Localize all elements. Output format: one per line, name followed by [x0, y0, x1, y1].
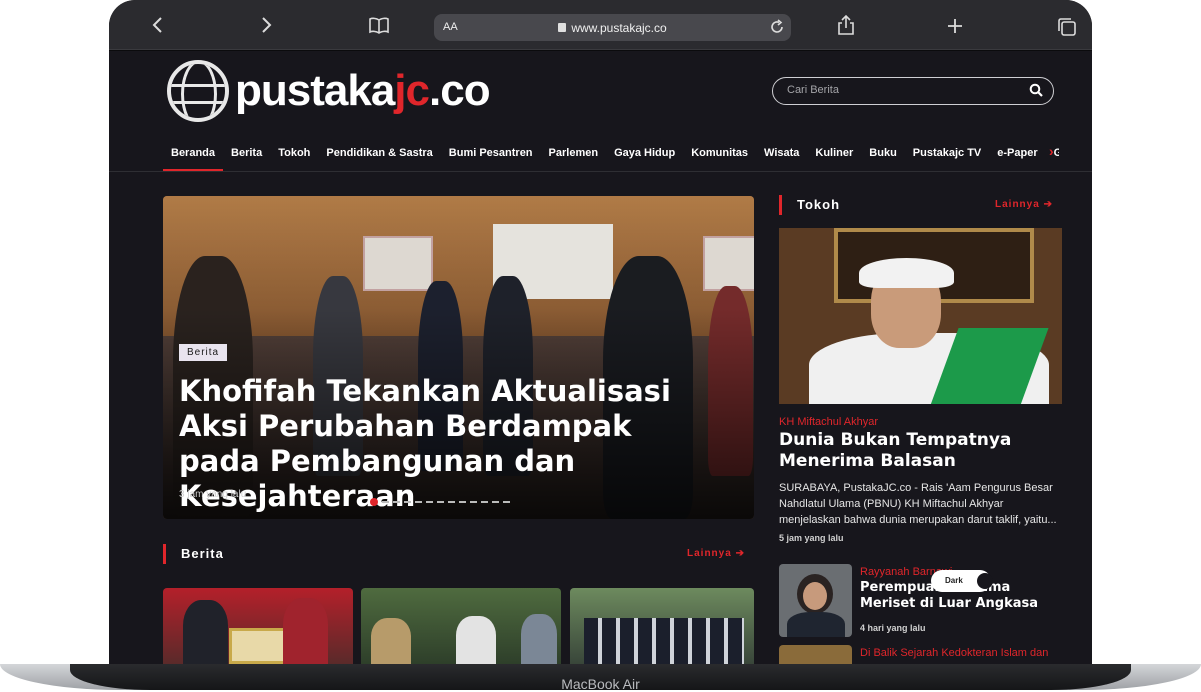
- hero-headline[interactable]: Khofifah Tekankan Aktualisasi Aksi Perub…: [179, 374, 699, 514]
- thumb-person: [183, 600, 228, 664]
- nav-item-bumi-pesantren[interactable]: Bumi Pesantren: [441, 135, 541, 171]
- berita-section-header: Berita Lainnya ➔: [163, 544, 754, 564]
- image-face: [803, 582, 827, 610]
- tokoh-section-header: Tokoh Lainnya ➔: [779, 195, 1062, 215]
- hero-category-tag[interactable]: Berita: [179, 344, 228, 361]
- slider-dot[interactable]: [393, 501, 400, 503]
- tabs-icon[interactable]: [1057, 17, 1077, 37]
- nav-item-berita[interactable]: Berita: [223, 135, 270, 171]
- section-title: Berita: [181, 546, 224, 561]
- section-accent-bar: [779, 195, 782, 215]
- nav-item-e-paper[interactable]: e-Paper: [989, 135, 1045, 171]
- hero-timestamp: 3 jam yang lalu: [179, 489, 247, 500]
- thumb-people-row: [584, 618, 744, 664]
- globe-icon: [167, 60, 229, 122]
- address-bar[interactable]: AA www.pustakajc.co: [434, 14, 791, 41]
- slider-dot[interactable]: [382, 501, 389, 503]
- chevron-right-icon[interactable]: [261, 16, 273, 34]
- arrow-right-icon: ➔: [1043, 199, 1053, 210]
- nav-item-pendidikan-sastra[interactable]: Pendidikan & Sastra: [318, 135, 440, 171]
- slider-dot[interactable]: [459, 501, 466, 503]
- tokoh-featured-excerpt: SURABAYA, PustakaJC.co - Rais 'Aam Pengu…: [779, 482, 1057, 526]
- tokoh-more-link[interactable]: Lainnya ➔: [995, 199, 1053, 210]
- nav-item-pustakajc-tv[interactable]: Pustakajc TV: [905, 135, 989, 171]
- nav-divider: [109, 171, 1092, 172]
- tokoh-item-name[interactable]: Di Balik Sejarah Kedokteran Islam dan: [860, 647, 1048, 659]
- share-icon[interactable]: [837, 14, 855, 36]
- reload-icon[interactable]: [769, 19, 785, 35]
- nav-item-buku[interactable]: Buku: [861, 135, 905, 171]
- image-cap: [859, 258, 954, 288]
- thumb-person: [456, 616, 496, 664]
- slider-dot[interactable]: [448, 501, 455, 503]
- more-label: Lainnya: [995, 199, 1040, 210]
- tokoh-item-timestamp: 4 hari yang lalu: [860, 623, 926, 633]
- slider-dot[interactable]: [415, 501, 422, 503]
- tokoh-item-image[interactable]: [779, 564, 852, 637]
- nav-item-beranda[interactable]: Beranda: [163, 135, 224, 171]
- main-nav: Beranda Berita Tokoh Pendidikan & Sastra…: [163, 135, 1059, 171]
- image-body: [787, 612, 845, 637]
- thumb-person: [521, 614, 557, 664]
- search-box: [772, 77, 1054, 105]
- logo-text: pustakajc.co: [235, 66, 491, 116]
- dark-mode-toggle[interactable]: Dark: [931, 570, 993, 592]
- section-accent-bar: [163, 544, 166, 564]
- lock-icon: [558, 23, 567, 32]
- arrow-right-icon: ➔: [735, 548, 745, 559]
- nav-item-wisata[interactable]: Wisata: [756, 135, 807, 171]
- logo-accent: jc: [394, 66, 430, 115]
- tokoh-featured-image[interactable]: [779, 228, 1062, 404]
- browser-toolbar: AA www.pustakajc.co: [109, 0, 1092, 50]
- laptop-base: MacBook Air: [0, 660, 1201, 692]
- slider-dot[interactable]: [426, 501, 433, 503]
- search-icon[interactable]: [1029, 83, 1043, 97]
- slider-dot[interactable]: [481, 501, 488, 503]
- nav-item-gaya-hidup[interactable]: Gaya Hidup: [606, 135, 683, 171]
- slider-dot[interactable]: [370, 498, 378, 506]
- berita-card-image[interactable]: [163, 588, 353, 664]
- plus-icon[interactable]: [947, 18, 963, 34]
- tokoh-featured-headline[interactable]: Dunia Bukan Tempatnya Menerima Balasan: [779, 430, 1062, 472]
- book-icon[interactable]: [368, 16, 390, 34]
- tokoh-featured-name[interactable]: KH Miftachul Akhyar: [779, 416, 878, 428]
- site-logo[interactable]: pustakajc.co: [167, 60, 491, 122]
- url-text: www.pustakajc.co: [571, 21, 667, 35]
- slider-dot[interactable]: [437, 501, 444, 503]
- slider-dot[interactable]: [492, 501, 499, 503]
- nav-scroll-right-icon[interactable]: ›: [1049, 143, 1054, 159]
- slider-dot[interactable]: [503, 501, 510, 503]
- tokoh-featured-timestamp: 5 jam yang lalu: [779, 533, 844, 543]
- url-wrap: www.pustakajc.co: [434, 21, 791, 35]
- berita-card-image[interactable]: [361, 588, 561, 664]
- logo-suffix: .co: [429, 66, 491, 115]
- more-label: Lainnya: [687, 548, 732, 559]
- slider-indicators: [370, 498, 514, 506]
- logo-main: pustaka: [235, 66, 395, 115]
- berita-card-image[interactable]: [570, 588, 754, 664]
- slider-dot[interactable]: [404, 501, 411, 503]
- toggle-label: Dark: [945, 576, 963, 585]
- nav-item-kuliner[interactable]: Kuliner: [807, 135, 861, 171]
- thumb-person: [283, 598, 328, 664]
- chevron-left-icon[interactable]: [151, 16, 163, 34]
- laptop-screen: AA www.pustakajc.co pustakajc.co Beranda…: [109, 0, 1092, 664]
- nav-item-tokoh[interactable]: Tokoh: [270, 135, 318, 171]
- nav-item-komunitas[interactable]: Komunitas: [683, 135, 756, 171]
- search-input[interactable]: [787, 84, 1017, 96]
- slider-dot[interactable]: [470, 501, 477, 503]
- section-title: Tokoh: [797, 197, 841, 212]
- berita-more-link[interactable]: Lainnya ➔: [687, 548, 745, 559]
- hero-slider[interactable]: Berita Khofifah Tekankan Aktualisasi Aks…: [163, 196, 754, 519]
- thumb-person: [371, 618, 411, 664]
- nav-item-parlemen[interactable]: Parlemen: [541, 135, 607, 171]
